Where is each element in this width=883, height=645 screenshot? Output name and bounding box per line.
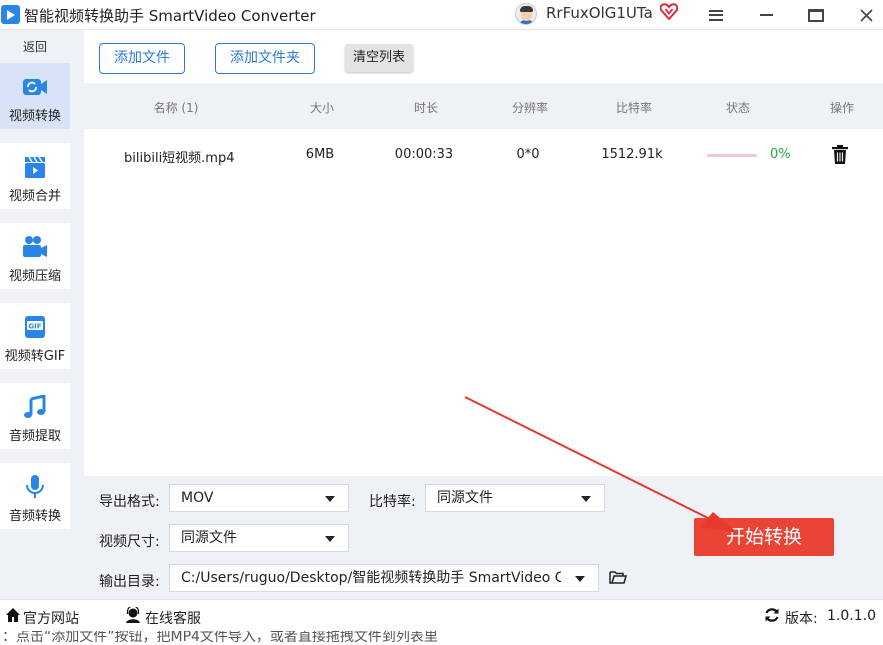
online-service-link[interactable]: 在线客服 <box>145 608 201 628</box>
home-icon[interactable] <box>5 607 21 623</box>
heart-vip-icon[interactable] <box>659 3 679 24</box>
bitrate-select-value: 同源文件 <box>437 490 493 506</box>
gif-icon: GIF <box>25 316 45 338</box>
sidebar-item-video-gif[interactable]: GIF 视频转GIF <box>0 303 70 369</box>
output-dir-label: 输出目录: <box>99 574 160 590</box>
minimize-icon[interactable] <box>746 0 786 30</box>
column-header-status: 状态 <box>725 101 750 115</box>
sidebar-item-video-merge[interactable]: 视频合并 <box>0 143 70 209</box>
title-bar: 智能视频转换助手 SmartVideo Converter RrFuxOlG1U… <box>0 0 883 30</box>
add-folder-button[interactable]: 添加文件夹 <box>215 43 315 74</box>
sidebar-item-label: 视频压缩 <box>8 269 61 284</box>
file-resolution: 0*0 <box>516 147 540 162</box>
sidebar-item-audio-extract[interactable]: 音频提取 <box>0 383 70 449</box>
chevron-down-icon <box>581 496 591 502</box>
footer-bar: 官方网站 在线客服 版本: 1.0.1.0 <box>0 599 883 631</box>
sidebar-item-audio-convert[interactable]: 音频转换 <box>0 463 70 529</box>
status-percent: 0% <box>770 147 791 162</box>
file-name: bilibili短视频.mp4 <box>124 151 235 166</box>
format-label: 导出格式: <box>99 494 160 510</box>
official-website-link[interactable]: 官方网站 <box>23 608 79 628</box>
column-header-name[interactable]: 名称 (1) <box>146 99 206 116</box>
sidebar-item-label: 视频转换 <box>8 109 61 124</box>
sidebar-item-label: 视频转GIF <box>4 349 66 364</box>
bitrate-label: 比特率: <box>369 494 416 510</box>
instruction-caption: ：点击“添加文件”按钮，把MP4文件导入，或者直接拖拽文件到列表里 <box>0 631 883 645</box>
conversion-progress-bar <box>707 154 757 157</box>
sidebar-item-video-convert[interactable]: 视频转换 <box>0 63 70 129</box>
video-convert-icon <box>23 79 47 95</box>
app-title: 智能视频转换助手 SmartVideo Converter <box>24 7 316 25</box>
file-bitrate: 1512.91k <box>601 147 663 162</box>
output-settings-panel: 导出格式: MOV 比特率: 同源文件 视频尺寸: 同源文件 开始转换 输出目录… <box>84 476 883 599</box>
user-avatar[interactable] <box>515 3 537 25</box>
menu-icon[interactable] <box>696 0 736 30</box>
format-select-value: MOV <box>181 490 214 506</box>
video-size-label: 视频尺寸: <box>99 534 160 550</box>
customer-service-icon[interactable] <box>125 607 141 623</box>
svg-text:GIF: GIF <box>28 323 41 331</box>
column-header-action: 操作 <box>829 101 854 115</box>
format-select[interactable]: MOV <box>169 484 349 512</box>
video-camera-icon <box>23 236 47 257</box>
column-header-bitrate[interactable]: 比特率 <box>611 99 657 116</box>
sidebar-item-label: 音频转换 <box>8 509 61 524</box>
file-toolbar: 添加文件 添加文件夹 清空列表 <box>84 30 883 83</box>
app-window: 智能视频转换助手 SmartVideo Converter RrFuxOlG1U… <box>0 0 883 645</box>
folder-open-icon[interactable] <box>609 570 627 584</box>
clapperboard-icon <box>25 156 45 178</box>
file-size: 6MB <box>305 147 335 162</box>
column-header-resolution[interactable]: 分辨率 <box>507 99 553 116</box>
chevron-down-icon <box>325 496 335 502</box>
sidebar-item-label: 视频合并 <box>8 189 61 204</box>
output-dir-value: C:/Users/ruguo/Desktop/智能视频转换助手 SmartVid… <box>181 570 561 586</box>
music-note-icon <box>24 395 46 418</box>
trash-icon[interactable] <box>832 145 848 164</box>
sidebar: 返回 视频转换 视频合并 视频压缩 GIF 视频转GIF 音频提取 音频转换 <box>0 30 84 599</box>
user-name[interactable]: RrFuxOlG1UTa <box>546 4 653 22</box>
version-label: 版本: <box>785 611 818 627</box>
chevron-down-icon <box>575 576 585 582</box>
column-header-size[interactable]: 大小 <box>306 99 338 116</box>
instruction-caption-text: ：点击“添加文件”按钮，把MP4文件导入，或者直接拖拽文件到列表里 <box>2 631 438 645</box>
chevron-down-icon <box>325 536 335 542</box>
video-size-select[interactable]: 同源文件 <box>169 524 349 552</box>
file-duration: 00:00:33 <box>394 147 454 162</box>
video-size-select-value: 同源文件 <box>181 530 237 546</box>
microphone-icon <box>26 475 44 498</box>
sidebar-item-label: 音频提取 <box>8 429 61 444</box>
version-value: 1.0.1.0 <box>827 608 876 624</box>
output-dir-select[interactable]: C:/Users/ruguo/Desktop/智能视频转换助手 SmartVid… <box>169 564 599 592</box>
maximize-icon[interactable] <box>796 0 836 30</box>
add-file-button[interactable]: 添加文件 <box>99 43 185 74</box>
clear-list-button[interactable]: 清空列表 <box>345 44 413 72</box>
back-button[interactable]: 返回 <box>0 36 70 58</box>
table-row[interactable]: bilibili短视频.mp4 6MB 00:00:33 0*0 1512.91… <box>84 135 883 175</box>
bitrate-select[interactable]: 同源文件 <box>425 484 605 512</box>
refresh-icon[interactable] <box>764 607 780 623</box>
app-logo-icon <box>1 5 20 24</box>
file-table-header: 名称 (1) 大小 时长 分辨率 比特率 状态 操作 <box>84 83 883 129</box>
column-header-duration[interactable]: 时长 <box>410 99 442 116</box>
close-icon[interactable] <box>846 0 883 30</box>
start-convert-button[interactable]: 开始转换 <box>694 518 834 556</box>
sidebar-item-video-compress[interactable]: 视频压缩 <box>0 223 70 289</box>
